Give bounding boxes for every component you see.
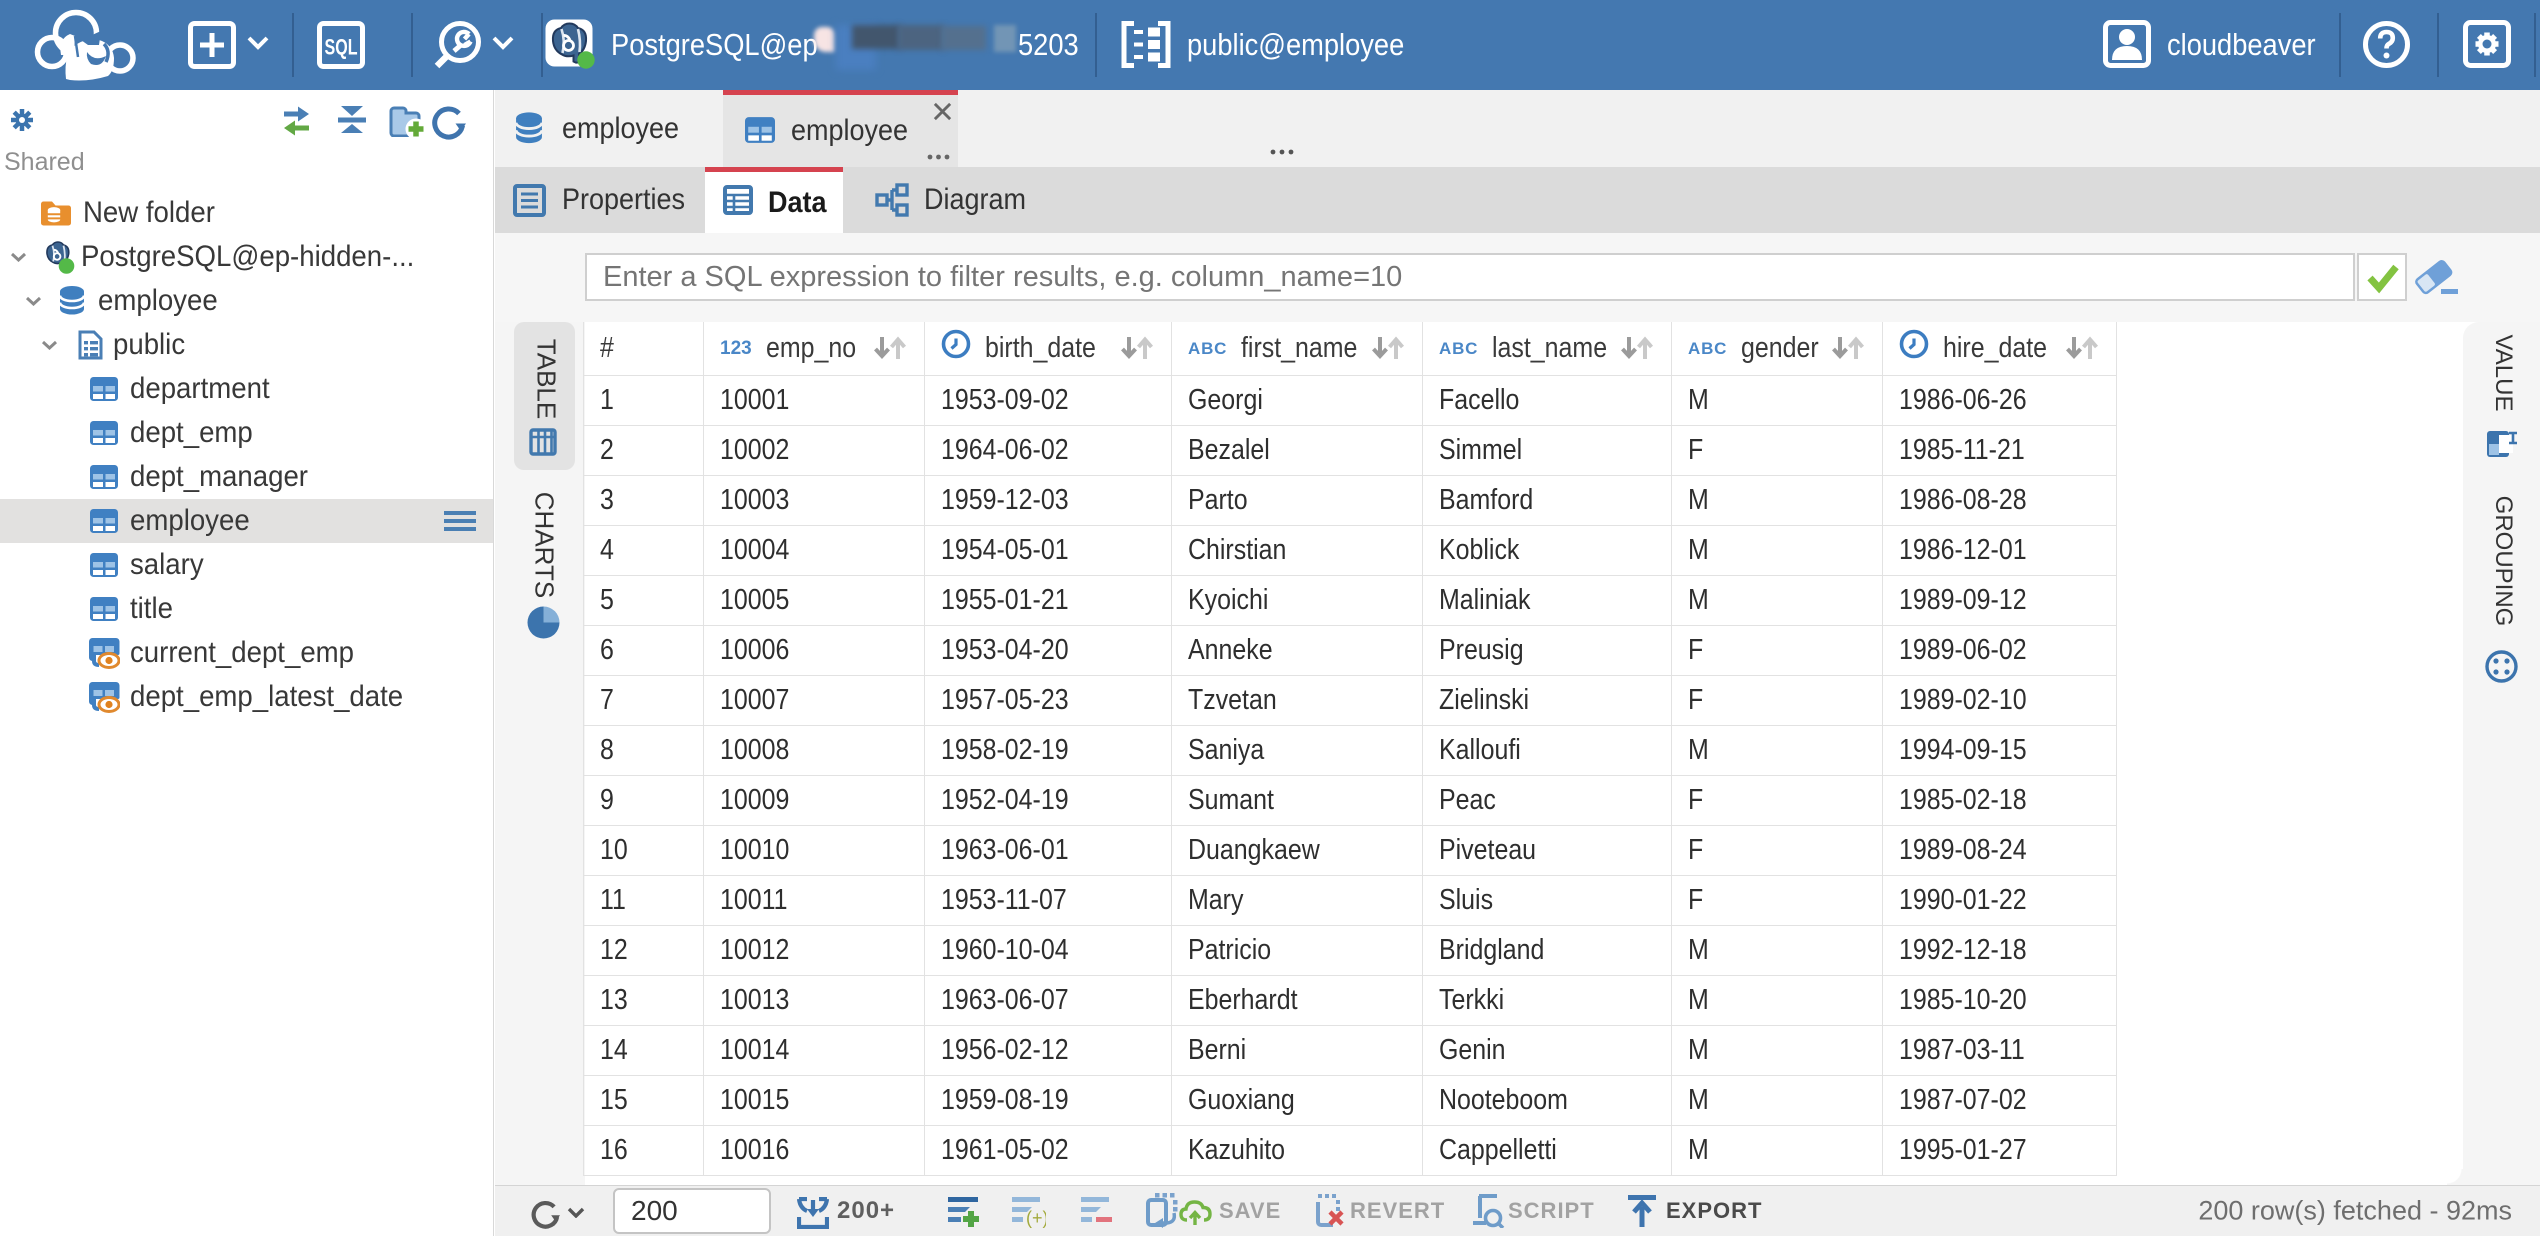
svg-text:SQL: SQL [325, 35, 358, 60]
svg-text:(+): (+) [1026, 1208, 1046, 1228]
